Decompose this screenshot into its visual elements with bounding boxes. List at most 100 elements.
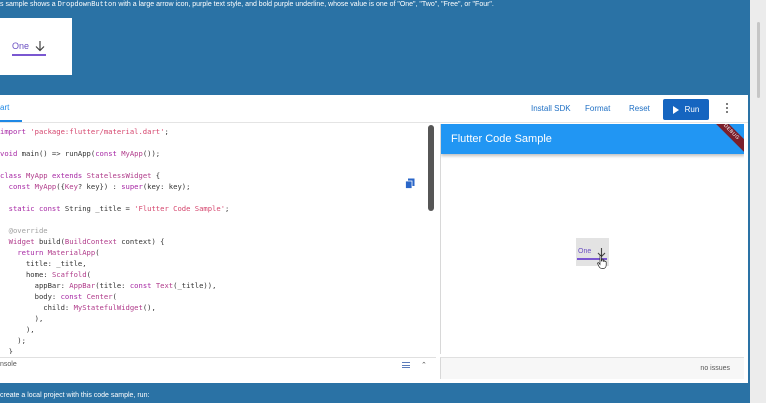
sample-dropdown-value: One: [12, 41, 30, 51]
description-code: DropdownButton: [57, 1, 117, 9]
code-token: MyApp: [34, 182, 57, 191]
code-token: (),: [142, 303, 156, 312]
hand-cursor-icon: [597, 255, 607, 269]
code-token: extends: [51, 171, 87, 180]
code-line: class MyApp extends StatelessWidget {: [0, 170, 160, 181]
dartpad-embed: art Install SDK Format Reset Run import …: [0, 95, 748, 383]
code-line: Widget build(BuildContext context) {: [0, 236, 165, 247]
code-token: main() => runApp(: [21, 149, 96, 158]
code-token: StatelessWidget: [86, 171, 152, 180]
code-token: ),: [0, 314, 44, 323]
code-token: MyApp: [25, 171, 52, 180]
code-token: }: [0, 347, 13, 354]
clear-console-icon[interactable]: [402, 362, 410, 368]
code-token: home:: [0, 270, 52, 279]
code-token: MaterialApp: [47, 248, 96, 257]
code-line: const MyApp({Key? key}) : super(key: key…: [0, 181, 191, 192]
code-token: ;: [225, 204, 230, 213]
code-line: );: [0, 335, 26, 346]
console-label: nsole: [0, 361, 17, 368]
sample-dropdown-underline: [12, 54, 46, 56]
code-token: (: [95, 248, 100, 257]
issues-status: no issues: [700, 365, 730, 372]
format-button[interactable]: Format: [585, 104, 610, 113]
tab-underline: [0, 120, 22, 122]
code-line: ),: [0, 324, 35, 335]
more-vert-icon[interactable]: [724, 103, 730, 115]
code-token: {: [151, 171, 161, 180]
install-sdk-button[interactable]: Install SDK: [531, 104, 571, 113]
code-token: void: [0, 149, 22, 158]
code-token: Widget: [8, 237, 39, 246]
code-token: build(: [38, 237, 65, 246]
page-scrollbar[interactable]: [750, 0, 766, 403]
dartpad-toolbar: art Install SDK Format Reset Run: [0, 95, 748, 123]
code-token: MyStatefulWidget: [73, 303, 143, 312]
code-line: @override: [0, 225, 48, 236]
app-preview: Flutter Code Sample DEBUG One: [440, 124, 744, 354]
code-token: const: [129, 281, 156, 290]
code-line: appBar: AppBar(title: const Text(_title)…: [0, 280, 217, 291]
code-token: const: [60, 292, 87, 301]
code-token: Center: [86, 292, 113, 301]
tab-dart[interactable]: art: [0, 103, 9, 112]
code-token: super: [121, 182, 143, 191]
code-token: context) {: [121, 237, 165, 246]
code-line: home: Scaffold(: [0, 269, 91, 280]
code-token: return: [17, 248, 48, 257]
chevron-up-icon[interactable]: ⌃: [421, 361, 427, 369]
code-token: (_title)),: [173, 281, 217, 290]
code-token: (: [112, 292, 117, 301]
code-token: 'package:flutter/material.dart': [30, 127, 165, 136]
code-line: ),: [0, 313, 44, 324]
description-suffix: with a large arrow icon, purple text sty…: [116, 1, 494, 8]
run-button[interactable]: Run: [663, 99, 709, 120]
code-token: title: _title,: [0, 259, 87, 268]
code-token: (title:: [95, 281, 130, 290]
preview-app-bar: Flutter Code Sample: [441, 124, 744, 154]
code-line: void main() => runApp(const MyApp());: [0, 148, 160, 159]
code-token: const: [95, 149, 122, 158]
play-icon: [672, 105, 679, 114]
code-editor[interactable]: import 'package:flutter/material.dart'; …: [0, 124, 432, 354]
code-token: (: [86, 270, 91, 279]
preview-app-title: Flutter Code Sample: [451, 133, 552, 145]
copy-icon[interactable]: [405, 178, 415, 189]
reset-button[interactable]: Reset: [629, 104, 650, 113]
code-line: static const String _title = 'Flutter Co…: [0, 203, 230, 214]
editor-scrollbar[interactable]: [428, 125, 434, 211]
code-token: AppBar: [69, 281, 96, 290]
code-token: ());: [142, 149, 161, 158]
code-line: body: const Center(: [0, 291, 117, 302]
run-instructions-text: create a local project with this code sa…: [0, 392, 150, 399]
code-token: static const: [8, 204, 65, 213]
code-token: ;: [164, 127, 174, 136]
code-token: @override: [0, 226, 48, 235]
sample-preview-card: One: [0, 18, 72, 75]
code-token: class: [0, 171, 26, 180]
description-prefix: s sample shows a: [0, 1, 58, 8]
code-token: Text: [155, 281, 174, 290]
code-token: appBar:: [0, 281, 70, 290]
page-scrollbar-thumb[interactable]: [757, 22, 760, 98]
code-line: title: _title,: [0, 258, 87, 269]
run-button-label: Run: [684, 105, 700, 114]
console-bar: nsole ⌃: [0, 357, 436, 372]
code-token: (key: key);: [142, 182, 191, 191]
preview-dropdown-value: One: [578, 248, 592, 255]
sample-dropdown-button[interactable]: One: [12, 38, 46, 54]
code-line: child: MyStatefulWidget(),: [0, 302, 156, 313]
code-token: ),: [0, 325, 35, 334]
status-bar: no issues: [440, 357, 744, 379]
code-line: return MaterialApp(: [0, 247, 100, 258]
code-token: import: [0, 127, 31, 136]
sample-description: s sample shows a DropdownButton with a l…: [0, 0, 740, 12]
code-token: ? key}) :: [77, 182, 122, 191]
code-token: );: [0, 336, 26, 345]
code-line: }: [0, 346, 13, 354]
code-token: child:: [0, 303, 74, 312]
